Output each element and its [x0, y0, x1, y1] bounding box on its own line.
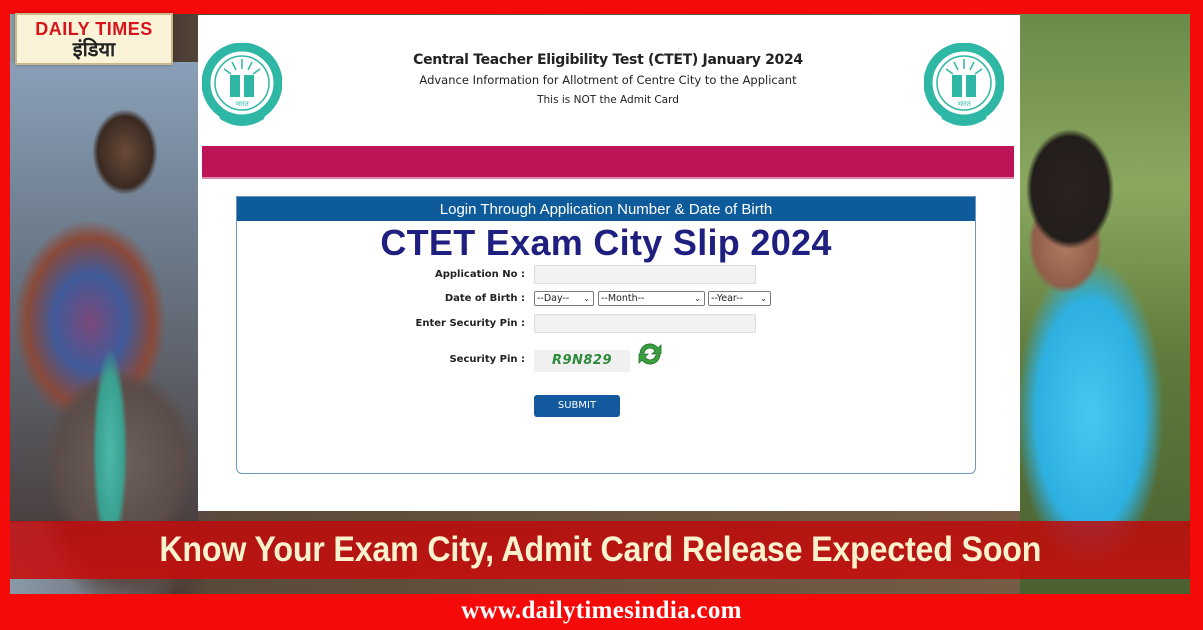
- chevron-down-icon: ⌄: [760, 294, 767, 303]
- background-photo-right: [1020, 14, 1190, 594]
- dob-month-select[interactable]: --Month-- ⌄: [598, 291, 705, 306]
- security-pin-row: Security Pin : R9N829: [237, 343, 975, 372]
- page-title: Central Teacher Eligibility Test (CTET) …: [413, 52, 803, 68]
- header-band: [202, 146, 1014, 179]
- cbse-emblem-icon: भारत: [924, 43, 1004, 126]
- application-no-input[interactable]: [534, 265, 756, 284]
- headline-banner: Know Your Exam City, Admit Card Release …: [10, 521, 1190, 579]
- ctet-screenshot-panel: भारत भारत Central Teacher Eligibility Te…: [198, 15, 1020, 511]
- headline-text: Know Your Exam City, Admit Card Release …: [159, 530, 1041, 569]
- svg-text:भारत: भारत: [235, 100, 250, 108]
- login-form-header: Login Through Application Number & Date …: [237, 197, 975, 221]
- website-url[interactable]: www.dailytimesindia.com: [461, 597, 742, 624]
- refresh-captcha-icon[interactable]: [635, 340, 665, 368]
- dob-day-select[interactable]: --Day-- ⌄: [534, 291, 594, 306]
- overlay-title: CTET Exam City Slip 2024: [380, 222, 832, 263]
- captcha-image: R9N829: [534, 350, 630, 372]
- security-pin-input[interactable]: [534, 314, 756, 333]
- page-header: Central Teacher Eligibility Test (CTET) …: [378, 52, 838, 106]
- dob-year-value: --Year--: [711, 293, 744, 304]
- admit-card-note: This is NOT the Admit Card: [537, 94, 679, 106]
- logo-text-hi: इंडिया: [72, 37, 116, 61]
- submit-button[interactable]: SUBMIT: [534, 395, 620, 417]
- login-form: Login Through Application Number & Date …: [236, 196, 976, 474]
- dob-day-value: --Day--: [537, 293, 570, 304]
- dob-month-value: --Month--: [601, 293, 645, 304]
- enter-security-pin-label: Enter Security Pin :: [415, 318, 525, 329]
- footer-bar: www.dailytimesindia.com: [0, 594, 1203, 630]
- cbse-emblem-icon: भारत: [202, 43, 282, 126]
- background-photo-left: [10, 62, 198, 522]
- daily-times-logo: DAILY TIMES इंडिया: [15, 13, 173, 65]
- svg-text:भारत: भारत: [957, 100, 972, 108]
- application-no-row: Application No :: [237, 265, 975, 287]
- dob-row: Date of Birth : --Day-- ⌄ --Month-- ⌄ --…: [237, 291, 975, 313]
- dob-year-select[interactable]: --Year-- ⌄: [708, 291, 771, 306]
- logo-text-en: DAILY TIMES: [35, 19, 153, 39]
- security-pin-label: Security Pin :: [449, 354, 525, 365]
- dob-label: Date of Birth :: [444, 293, 525, 304]
- application-no-label: Application No :: [435, 269, 525, 280]
- enter-security-pin-row: Enter Security Pin :: [237, 314, 975, 336]
- chevron-down-icon: ⌄: [694, 294, 701, 303]
- page-subtitle: Advance Information for Allotment of Cen…: [419, 73, 797, 87]
- chevron-down-icon: ⌄: [583, 294, 590, 303]
